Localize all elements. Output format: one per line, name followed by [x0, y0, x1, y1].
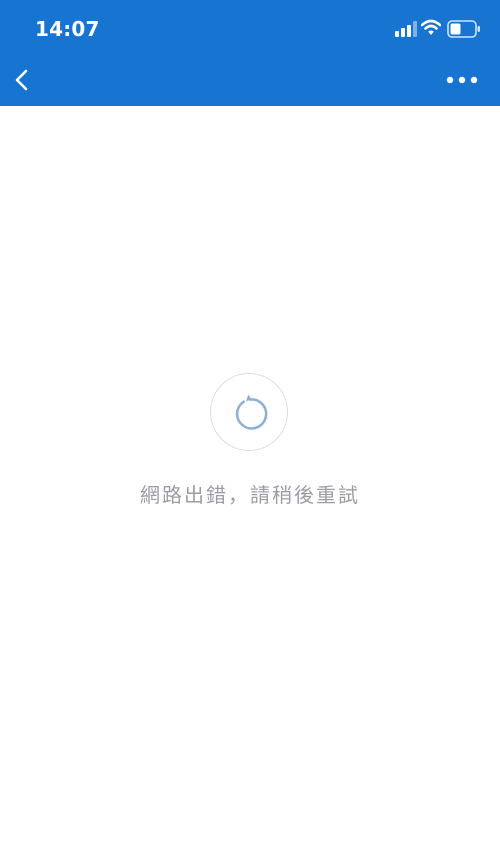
error-content: 網路出錯，請稍後重試 — [0, 106, 500, 865]
back-button[interactable] — [6, 64, 38, 96]
more-options-button[interactable] — [442, 66, 482, 94]
battery-icon — [447, 20, 480, 38]
retry-button[interactable] — [210, 373, 288, 451]
status-bar: 14:07 — [0, 0, 500, 58]
refresh-icon — [235, 394, 268, 430]
signal-icon — [395, 21, 417, 37]
chevron-left-icon — [15, 69, 28, 91]
wifi-icon — [421, 19, 441, 35]
screen: 14:07 網路出錯，請稍後重試 — [0, 0, 500, 865]
error-message: 網路出錯，請稍後重試 — [140, 483, 360, 507]
status-time: 14:07 — [35, 17, 100, 41]
header: 14:07 — [0, 0, 500, 106]
more-horizontal-icon — [446, 76, 478, 84]
nav-bar — [0, 58, 500, 106]
